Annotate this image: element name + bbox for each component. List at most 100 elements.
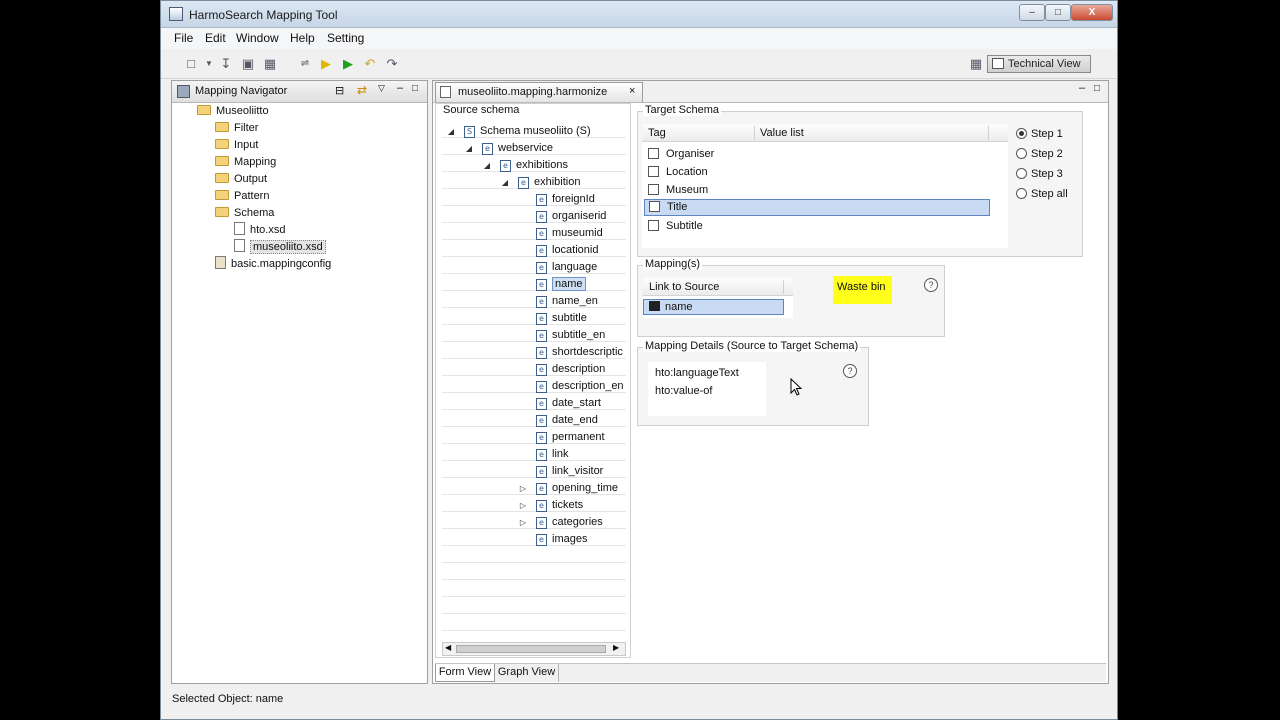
run-yellow-icon[interactable]: ▶ (318, 56, 334, 72)
collapse-icon[interactable]: ◢ (464, 140, 474, 157)
target-row-subtitle[interactable]: Subtitle (648, 218, 703, 235)
source-leaf-date-end[interactable]: e date_end (536, 412, 598, 429)
menu-edit[interactable]: Edit (205, 31, 226, 45)
source-node-webservice[interactable]: ◢ e webservice (466, 140, 553, 157)
checkbox[interactable] (648, 166, 659, 177)
step-1-radio[interactable]: Step 1 (1016, 126, 1063, 143)
menu-window[interactable]: Window (236, 31, 279, 45)
checkbox[interactable] (648, 184, 659, 195)
checkbox[interactable] (648, 220, 659, 231)
radio[interactable] (1016, 168, 1027, 179)
source-leaf-language[interactable]: e language (536, 259, 597, 276)
source-leaf-subtitle[interactable]: e subtitle (536, 310, 587, 327)
source-leaf-subtitle-en[interactable]: e subtitle_en (536, 327, 605, 344)
collapse-icon[interactable]: ◢ (500, 174, 510, 191)
editor-tab[interactable]: museoliito.mapping.harmonize × (435, 82, 643, 102)
source-leaf-foreignid[interactable]: e foreignId (536, 191, 595, 208)
minimize-view-icon[interactable]: – (397, 82, 403, 94)
undo-icon[interactable]: ↶ (362, 56, 378, 72)
tree-folder-mapping[interactable]: Mapping (215, 154, 276, 171)
step-2-radio[interactable]: Step 2 (1016, 146, 1063, 163)
source-leaf-museumid[interactable]: e museumid (536, 225, 603, 242)
col-value-list[interactable]: Value list (760, 127, 804, 139)
tree-folder-schema[interactable]: Schema (215, 205, 274, 222)
step-all-radio[interactable]: Step all (1016, 186, 1068, 203)
redo-icon[interactable]: ↷ (384, 56, 400, 72)
details-help-icon[interactable]: ? (843, 364, 857, 378)
menu-help[interactable]: Help (290, 31, 315, 45)
tab-close-icon[interactable]: × (629, 85, 635, 97)
maximize-view-icon[interactable]: □ (412, 83, 418, 94)
source-leaf-name-en[interactable]: e name_en (536, 293, 598, 310)
tree-root-museoliitto[interactable]: Museoliitto (197, 103, 269, 120)
close-button[interactable]: X (1071, 4, 1113, 21)
collapse-all-icon[interactable]: ⊟ (335, 84, 344, 97)
source-node-schema[interactable]: ◢ S Schema museoliito (S) (448, 123, 591, 140)
source-leaf-organiserid[interactable]: e organiserid (536, 208, 606, 225)
radio[interactable] (1016, 148, 1027, 159)
source-leaf-date-start[interactable]: e date_start (536, 395, 601, 412)
save-all-icon[interactable]: ▦ (262, 56, 278, 72)
tree-file-mappingconfig[interactable]: basic.mappingconfig (215, 256, 331, 273)
target-row-organiser[interactable]: Organiser (648, 146, 714, 163)
expand-icon[interactable]: ▷ (518, 480, 528, 497)
editor-maximize-icon[interactable]: □ (1094, 83, 1100, 94)
radio-selected[interactable] (1016, 128, 1027, 139)
source-leaf-description[interactable]: e description (536, 361, 605, 378)
tree-folder-pattern[interactable]: Pattern (215, 188, 269, 205)
source-leaf-link-visitor[interactable]: e link_visitor (536, 463, 603, 480)
mapping-row-name[interactable]: name (643, 299, 784, 315)
tree-folder-output[interactable]: Output (215, 171, 267, 188)
source-node-exhibition[interactable]: ◢ e exhibition (502, 174, 580, 191)
target-row-title[interactable]: Title (644, 199, 990, 216)
tree-folder-filter[interactable]: Filter (215, 120, 258, 137)
source-leaf-images[interactable]: e images (536, 531, 587, 548)
expand-icon[interactable]: ▷ (518, 497, 528, 514)
radio[interactable] (1016, 188, 1027, 199)
minimize-button[interactable]: – (1019, 4, 1045, 21)
menu-setting[interactable]: Setting (327, 31, 364, 45)
target-row-location[interactable]: Location (648, 164, 708, 181)
source-leaf-permanent[interactable]: e permanent (536, 429, 605, 446)
expand-icon[interactable]: ▷ (518, 514, 528, 531)
tree-folder-input[interactable]: Input (215, 137, 258, 154)
save-icon[interactable]: ▣ (240, 56, 256, 72)
source-leaf-name[interactable]: e name (536, 276, 586, 293)
source-leaf-opening-time[interactable]: ▷ e opening_time (520, 480, 618, 497)
waste-bin[interactable]: Waste bin (833, 276, 892, 304)
target-row-museum[interactable]: Museum (648, 182, 708, 199)
perspective-icon[interactable]: ▦ (968, 56, 984, 72)
transform-icon[interactable]: ⇌ (297, 56, 313, 72)
tree-file-hto-xsd[interactable]: hto.xsd (234, 222, 285, 239)
col-tag[interactable]: Tag (648, 127, 666, 139)
menu-file[interactable]: File (174, 31, 193, 45)
tab-graph-view[interactable]: Graph View (495, 664, 559, 682)
source-node-exhibitions[interactable]: ◢ e exhibitions (484, 157, 568, 174)
checkbox[interactable] (648, 148, 659, 159)
tab-form-view[interactable]: Form View (435, 664, 495, 682)
view-menu-icon[interactable]: ▽ (378, 83, 385, 94)
tree-file-museoliito-xsd[interactable]: museoliito.xsd (234, 239, 326, 256)
source-leaf-description-en[interactable]: e description_en (536, 378, 624, 395)
collapse-icon[interactable]: ◢ (482, 157, 492, 174)
source-leaf-link[interactable]: e link (536, 446, 569, 463)
source-leaf-locationid[interactable]: e locationid (536, 242, 598, 259)
scroll-left-icon[interactable]: ◀ (445, 643, 451, 652)
technical-view-button[interactable]: Technical View (987, 55, 1091, 73)
step-3-radio[interactable]: Step 3 (1016, 166, 1063, 183)
source-leaf-shortdescriptic[interactable]: e shortdescriptic (536, 344, 623, 361)
link-editor-icon[interactable]: ⇄ (357, 83, 367, 97)
new-icon[interactable]: □ (183, 56, 199, 72)
scroll-thumb[interactable] (456, 645, 606, 653)
source-leaf-categories[interactable]: ▷ e categories (520, 514, 603, 531)
col-link-to-source[interactable]: Link to Source (649, 281, 719, 293)
dropdown-icon[interactable]: ▼ (201, 56, 217, 72)
collapse-icon[interactable]: ◢ (446, 123, 456, 140)
source-horizontal-scrollbar[interactable]: ◀ ▶ (442, 642, 626, 656)
maximize-button[interactable]: □ (1045, 4, 1071, 21)
mappings-help-icon[interactable]: ? (924, 278, 938, 292)
import-icon[interactable]: ↧ (218, 56, 234, 72)
editor-minimize-icon[interactable]: – (1079, 82, 1085, 94)
source-leaf-tickets[interactable]: ▷ e tickets (520, 497, 583, 514)
scroll-right-icon[interactable]: ▶ (613, 643, 619, 652)
